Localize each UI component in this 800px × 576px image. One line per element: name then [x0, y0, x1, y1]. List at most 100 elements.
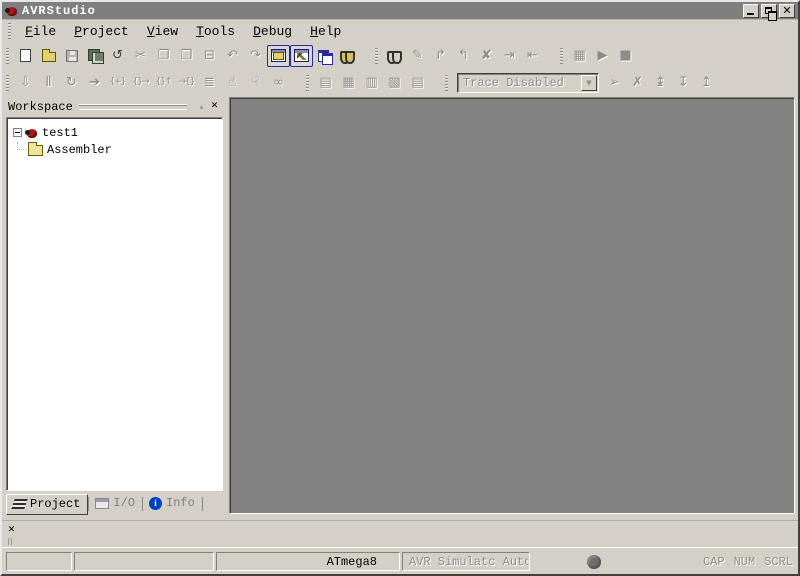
halt-auto-icon: ☟ [252, 76, 260, 89]
trace-clear-button[interactable]: ✗ [626, 72, 649, 94]
dock-area: Workspace ▴ ✕ test1Assembler ProjectI/Oi… [2, 96, 798, 516]
paste-button[interactable]: ❒ [175, 45, 198, 67]
step-out-button[interactable]: {}↑ [152, 72, 175, 94]
trace-log-button[interactable]: ⇩ [14, 72, 37, 94]
toolbar-grip[interactable] [375, 48, 378, 64]
menu-project[interactable]: Project [65, 22, 138, 41]
run-to-cursor-button[interactable]: →{} [175, 72, 198, 94]
output-resize-grip[interactable] [8, 538, 15, 545]
toolbar-grip[interactable] [306, 75, 309, 91]
find-forward-button[interactable]: ↱ [429, 45, 452, 67]
trace-toggle-button[interactable]: ↨ [649, 72, 672, 94]
toolbar-grip[interactable] [6, 48, 9, 64]
toggle-output-button[interactable] [290, 45, 313, 67]
pause-button[interactable]: Ⅱ [37, 72, 60, 94]
watch-window-icon: ▤ [319, 76, 331, 89]
halt-auto-button[interactable]: ☟ [244, 72, 267, 94]
outdent-button[interactable]: ⇤ [521, 45, 544, 67]
toolbar-grip[interactable] [560, 48, 563, 64]
stop-button[interactable]: ■ [614, 45, 637, 67]
menu-debug[interactable]: Debug [244, 22, 301, 41]
toggle-workspace-button[interactable] [267, 45, 290, 67]
trace-combo-value: Trace Disabled [458, 76, 581, 90]
menu-grip[interactable] [8, 23, 11, 39]
save-all-button[interactable] [83, 45, 106, 67]
redo-button[interactable]: ↷ [244, 45, 267, 67]
tree-expander-icon[interactable] [13, 128, 22, 137]
workspace-tabs: ProjectI/OiInfo [4, 493, 225, 516]
menu-file[interactable]: File [16, 22, 65, 41]
tree-item-test1[interactable]: test1 [11, 124, 220, 141]
goto-top-button[interactable]: ↥ [695, 72, 718, 94]
memory-dialog-button[interactable]: ▦ [568, 45, 591, 67]
run-to-cursor-icon: →{} [179, 78, 195, 87]
find-clear-button[interactable]: ✘ [475, 45, 498, 67]
auto-step-button[interactable]: ≣ [198, 72, 221, 94]
indent-button[interactable]: ⇥ [498, 45, 521, 67]
trace-pointer-button[interactable]: ➢ [603, 72, 626, 94]
folder-icon [28, 145, 43, 156]
print-button[interactable]: ⊟ [198, 45, 221, 67]
tab-project[interactable]: Project [6, 494, 88, 515]
toolbar-grip[interactable] [445, 75, 448, 91]
status-panel-0 [6, 552, 72, 571]
run-button[interactable]: ▶ [591, 45, 614, 67]
status-panel-2: ATmega8 [216, 552, 400, 571]
toolbar-standard: ↺✂❐❒⊟↶↷ ✎ ↱↰✘⇥ ⇤ ▦▶■ [2, 42, 798, 69]
memory-window-button[interactable]: ▦ [337, 72, 360, 94]
save-file-icon [66, 50, 78, 62]
new-file-button[interactable] [14, 45, 37, 67]
workspace-header[interactable]: Workspace ▴ ✕ [4, 98, 225, 115]
tree-item-assembler[interactable]: Assembler [11, 141, 220, 158]
trace-into-button[interactable]: {+} [106, 72, 129, 94]
restore-icon [765, 7, 772, 14]
goto-bottom-button[interactable]: ↧ [672, 72, 695, 94]
output-close-button[interactable]: ✕ [6, 524, 17, 535]
mdi-client-area [229, 97, 795, 514]
open-file-button[interactable] [37, 45, 60, 67]
outdent-icon: ⇤ [527, 49, 538, 62]
menu-tools[interactable]: Tools [187, 22, 244, 41]
menu-bar: FileProjectViewToolsDebugHelp [2, 20, 798, 42]
tab-info[interactable]: iInfo [143, 494, 202, 513]
workspace-panel: Workspace ▴ ✕ test1Assembler ProjectI/Oi… [2, 96, 225, 516]
find-next-icon: ✎ [412, 49, 423, 62]
watch-glasses-button[interactable]: ∞ [267, 72, 290, 94]
peripheral-window-button[interactable]: ▧ [383, 72, 406, 94]
find-in-files-button[interactable] [336, 45, 359, 67]
workspace-pin-icon[interactable]: ▴ [195, 101, 208, 113]
trace-combo[interactable]: Trace Disabled▼ [457, 73, 599, 93]
step-over-button[interactable]: {}→ [129, 72, 152, 94]
watch-window-button[interactable]: ▤ [314, 72, 337, 94]
trace-clear-icon: ✗ [632, 76, 643, 89]
status-panel-1 [74, 552, 214, 571]
menu-help[interactable]: Help [301, 22, 350, 41]
tab-io[interactable]: I/O [89, 494, 142, 513]
restore-button[interactable] [761, 4, 777, 18]
halt-button[interactable]: ☝ [221, 72, 244, 94]
find-button[interactable] [383, 45, 406, 67]
reset-button[interactable]: ↻ [60, 72, 83, 94]
copy-button[interactable]: ❐ [152, 45, 175, 67]
workspace-drag-grip[interactable] [79, 104, 187, 110]
close-button[interactable]: ✕ [779, 4, 795, 18]
avrstudio-window: AVRStudio ✕ FileProjectViewToolsDebugHel… [0, 0, 800, 576]
undo-button[interactable]: ↶ [221, 45, 244, 67]
find-next-button[interactable]: ✎ [406, 45, 429, 67]
register-window-icon: ▥ [365, 76, 377, 89]
message-window-button[interactable]: ▤ [406, 72, 429, 94]
cut-button[interactable]: ✂ [129, 45, 152, 67]
find-back-button[interactable]: ↰ [452, 45, 475, 67]
show-next-statement-button[interactable]: ➔ [83, 72, 106, 94]
app-bug-icon[interactable] [5, 5, 18, 17]
project-sheets-icon [11, 499, 27, 509]
minimize-button[interactable] [743, 4, 759, 18]
menu-view[interactable]: View [138, 22, 187, 41]
revert-button[interactable]: ↺ [106, 45, 129, 67]
new-window-button[interactable] [313, 45, 336, 67]
toolbar-grip[interactable] [6, 75, 9, 91]
trace-combo-dropdown-icon[interactable]: ▼ [581, 75, 597, 91]
workspace-close-button[interactable]: ✕ [208, 101, 221, 113]
save-file-button[interactable] [60, 45, 83, 67]
register-window-button[interactable]: ▥ [360, 72, 383, 94]
